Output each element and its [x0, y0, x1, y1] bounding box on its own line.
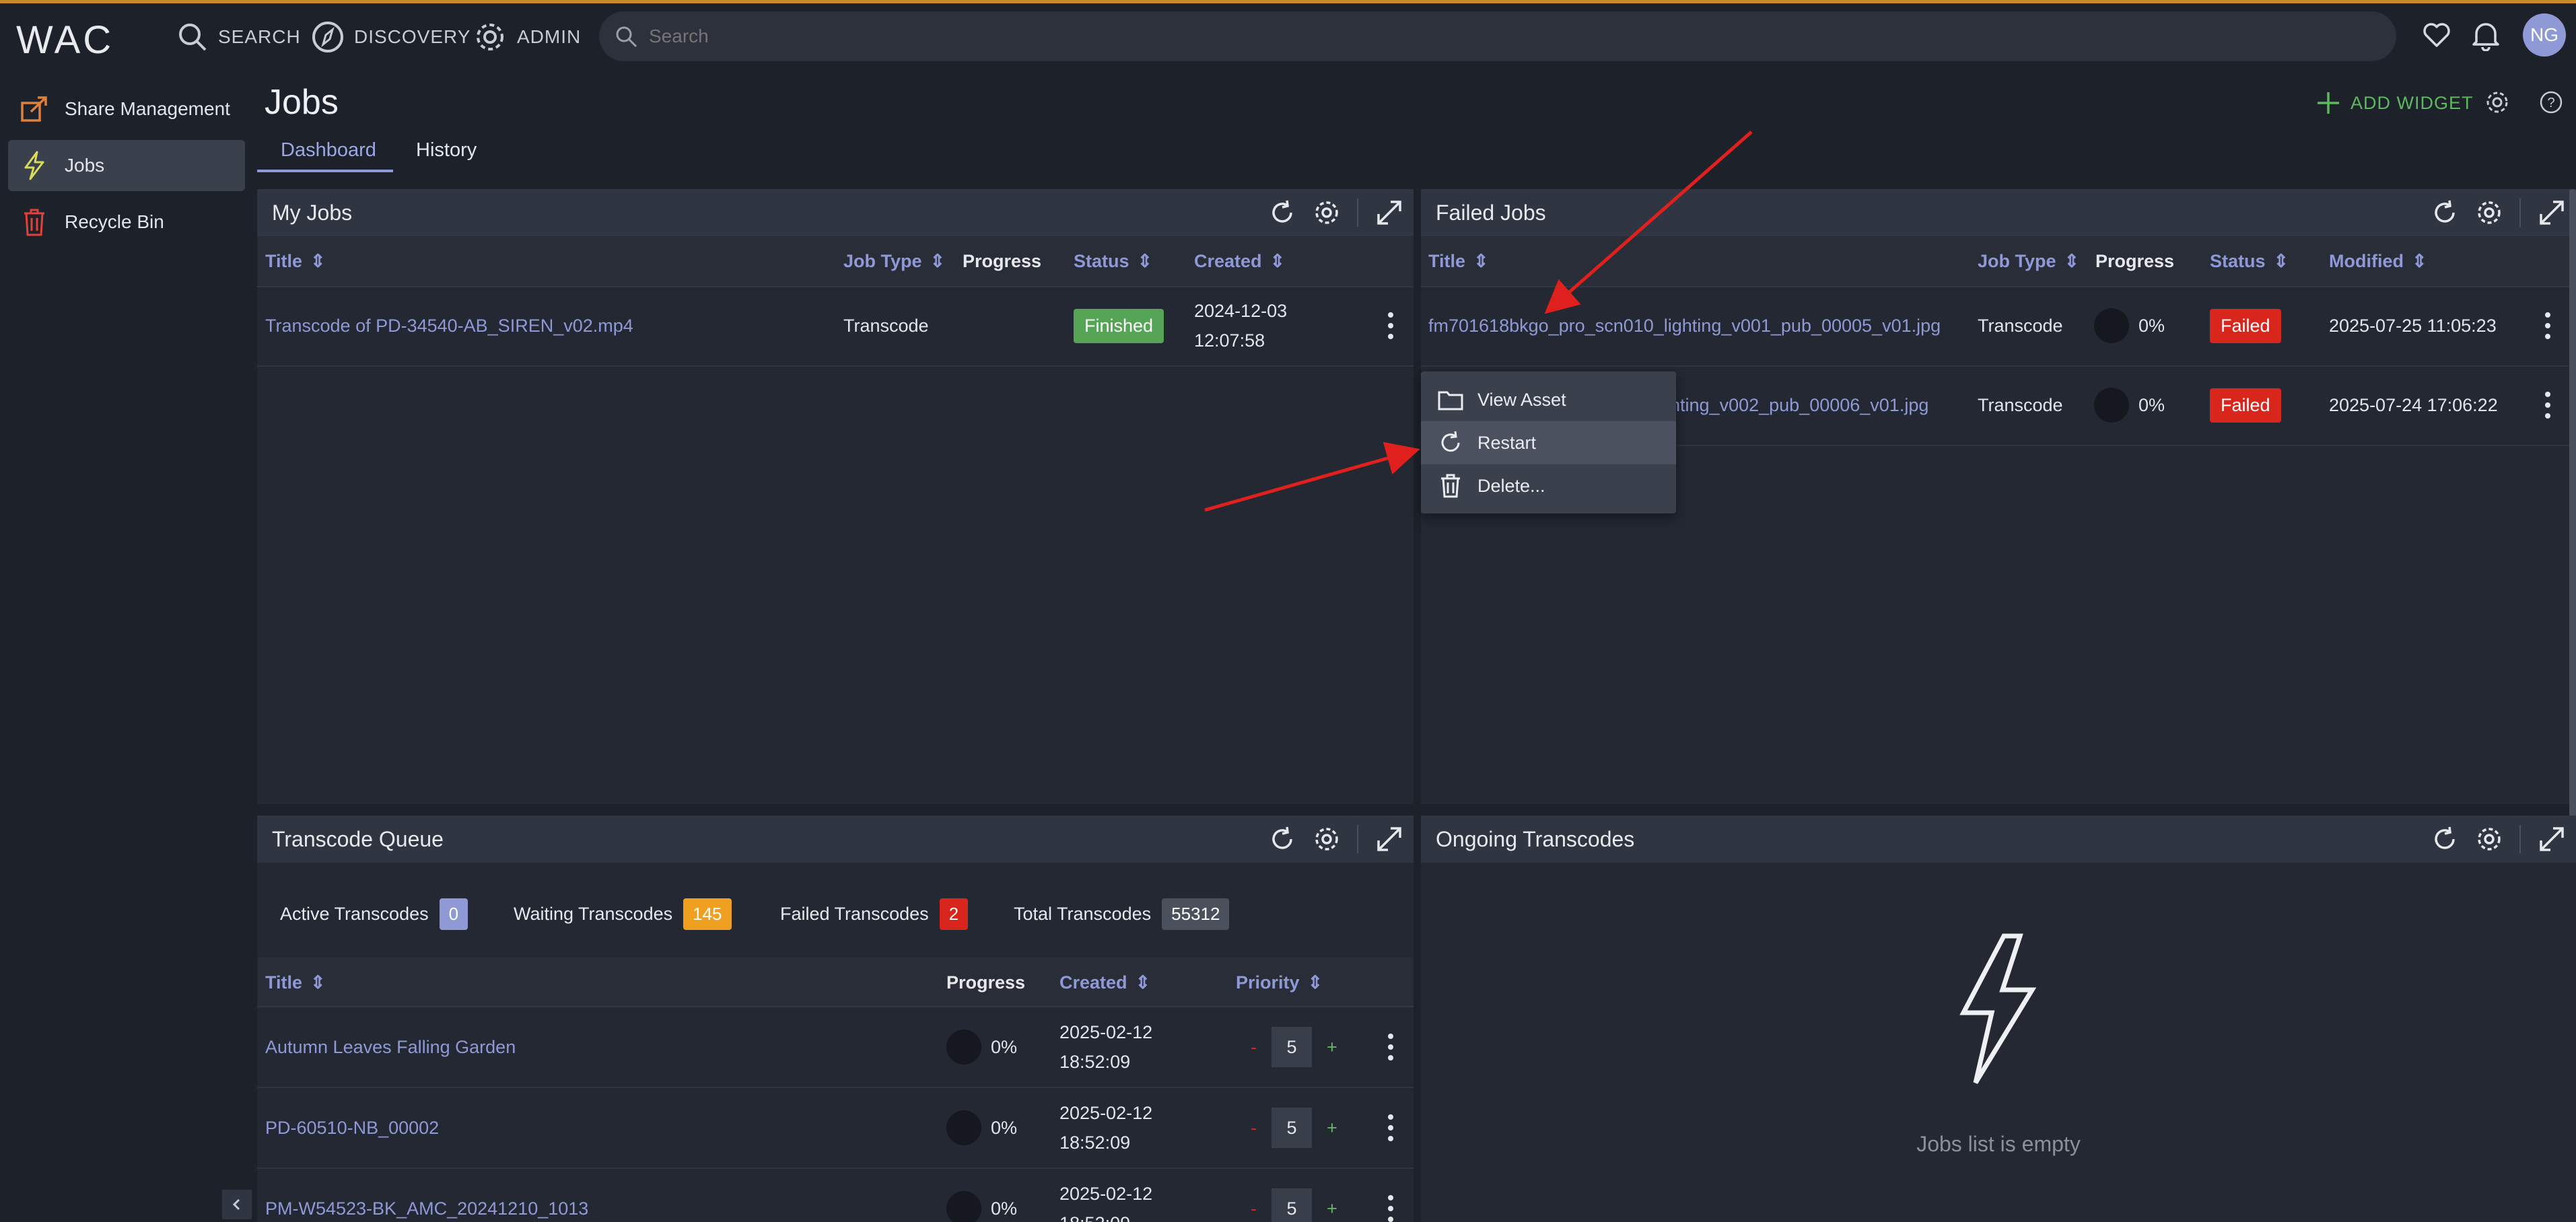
progress-circle — [946, 1191, 981, 1222]
count-badge: 145 — [683, 898, 732, 930]
panel-tools — [2431, 816, 2567, 863]
sort-icon: ⇕ — [310, 972, 326, 993]
expand-icon[interactable] — [1374, 824, 1404, 854]
priority-increase-button[interactable]: + — [1327, 1198, 1337, 1219]
sort-icon: ⇕ — [1307, 972, 1323, 993]
table-header: Title ⇕ Progress Created ⇕ Priority ⇕ — [257, 958, 1414, 1007]
progress-circle — [946, 1110, 981, 1145]
stat-failed-transcodes: Failed Transcodes 2 — [780, 895, 969, 933]
priority-increase-button[interactable]: + — [1327, 1118, 1337, 1139]
row-menu-button[interactable] — [1388, 1007, 1393, 1087]
queue-title-link[interactable]: Autumn Leaves Falling Garden — [265, 1007, 516, 1087]
progress-indicator: 0% — [946, 1169, 1017, 1222]
sort-icon: ⇕ — [1135, 972, 1151, 993]
refresh-icon[interactable] — [1268, 825, 1296, 853]
queue-title-link[interactable]: PD-60510-NB_00002 — [265, 1088, 439, 1167]
progress-indicator: 0% — [946, 1007, 1017, 1087]
row-menu-button[interactable] — [1388, 1088, 1393, 1167]
count-badge: 55312 — [1162, 898, 1230, 930]
tool-separator — [2519, 825, 2521, 853]
row-menu-button[interactable] — [1388, 1169, 1393, 1222]
created-datetime: 2025-02-1218:52:09 — [1059, 1022, 1153, 1072]
lightning-icon — [1950, 932, 2044, 1087]
priority-control: - 5 + — [1251, 1088, 1337, 1167]
annotation-arrow — [1544, 131, 1753, 314]
gear-icon[interactable] — [1313, 825, 1341, 853]
gear-icon[interactable] — [2475, 825, 2503, 853]
queue-rows: Autumn Leaves Falling Garden 0% 2025-02-… — [257, 1007, 1414, 1222]
stat-waiting-transcodes: Waiting Transcodes 145 — [514, 895, 732, 933]
priority-decrease-button[interactable]: - — [1251, 1118, 1257, 1139]
priority-control: - 5 + — [1251, 1169, 1337, 1222]
panel-tools — [1268, 816, 1404, 863]
panel-header: Transcode Queue — [257, 816, 1414, 863]
priority-value[interactable]: 5 — [1272, 1188, 1312, 1222]
priority-control: - 5 + — [1251, 1007, 1337, 1087]
column-header-created[interactable]: Created ⇕ — [1059, 958, 1150, 1007]
expand-icon[interactable] — [2537, 824, 2567, 854]
column-header-priority[interactable]: Priority ⇕ — [1236, 958, 1323, 1007]
column-header-title[interactable]: Title ⇕ — [265, 958, 326, 1007]
stat-active-transcodes: Active Transcodes 0 — [280, 895, 468, 933]
priority-increase-button[interactable]: + — [1327, 1037, 1337, 1058]
kebab-menu-icon — [1388, 1125, 1393, 1130]
table-row[interactable]: Autumn Leaves Falling Garden 0% 2025-02-… — [257, 1007, 1414, 1088]
refresh-icon[interactable] — [2431, 825, 2459, 853]
kebab-menu-icon — [1388, 1206, 1393, 1211]
kebab-menu-icon — [1388, 1044, 1393, 1050]
progress-indicator: 0% — [946, 1088, 1017, 1167]
queue-title-link[interactable]: PM-W54523-BK_AMC_20241210_1013 — [265, 1169, 588, 1222]
annotation-arrow — [1204, 441, 1420, 512]
tool-separator — [1357, 825, 1358, 853]
panel-header: Ongoing Transcodes — [1421, 816, 2576, 863]
count-badge: 2 — [939, 898, 969, 930]
column-header-progress: Progress — [946, 972, 1026, 993]
priority-decrease-button[interactable]: - — [1251, 1198, 1257, 1219]
created-datetime: 2025-02-1218:52:09 — [1059, 1184, 1153, 1222]
priority-value[interactable]: 5 — [1272, 1027, 1312, 1067]
progress-circle — [946, 1030, 981, 1065]
table-row[interactable]: PD-60510-NB_00002 0% 2025-02-12 18:52:09 … — [257, 1088, 1414, 1169]
ongoing-transcodes-panel: Ongoing Transcodes Jobs list is empty — [1421, 816, 2576, 1222]
table-row[interactable]: PM-W54523-BK_AMC_20241210_1013 0% 2025-0… — [257, 1169, 1414, 1222]
created-datetime: 2025-02-1218:52:09 — [1059, 1103, 1153, 1153]
empty-state-text: Jobs list is empty — [1916, 1132, 2081, 1156]
count-badge: 0 — [439, 898, 468, 930]
panel-title: Transcode Queue — [272, 826, 444, 851]
priority-value[interactable]: 5 — [1272, 1108, 1312, 1148]
stat-total-transcodes: Total Transcodes 55312 — [1014, 895, 1230, 933]
priority-decrease-button[interactable]: - — [1251, 1037, 1257, 1058]
panel-title: Ongoing Transcodes — [1436, 826, 1635, 851]
